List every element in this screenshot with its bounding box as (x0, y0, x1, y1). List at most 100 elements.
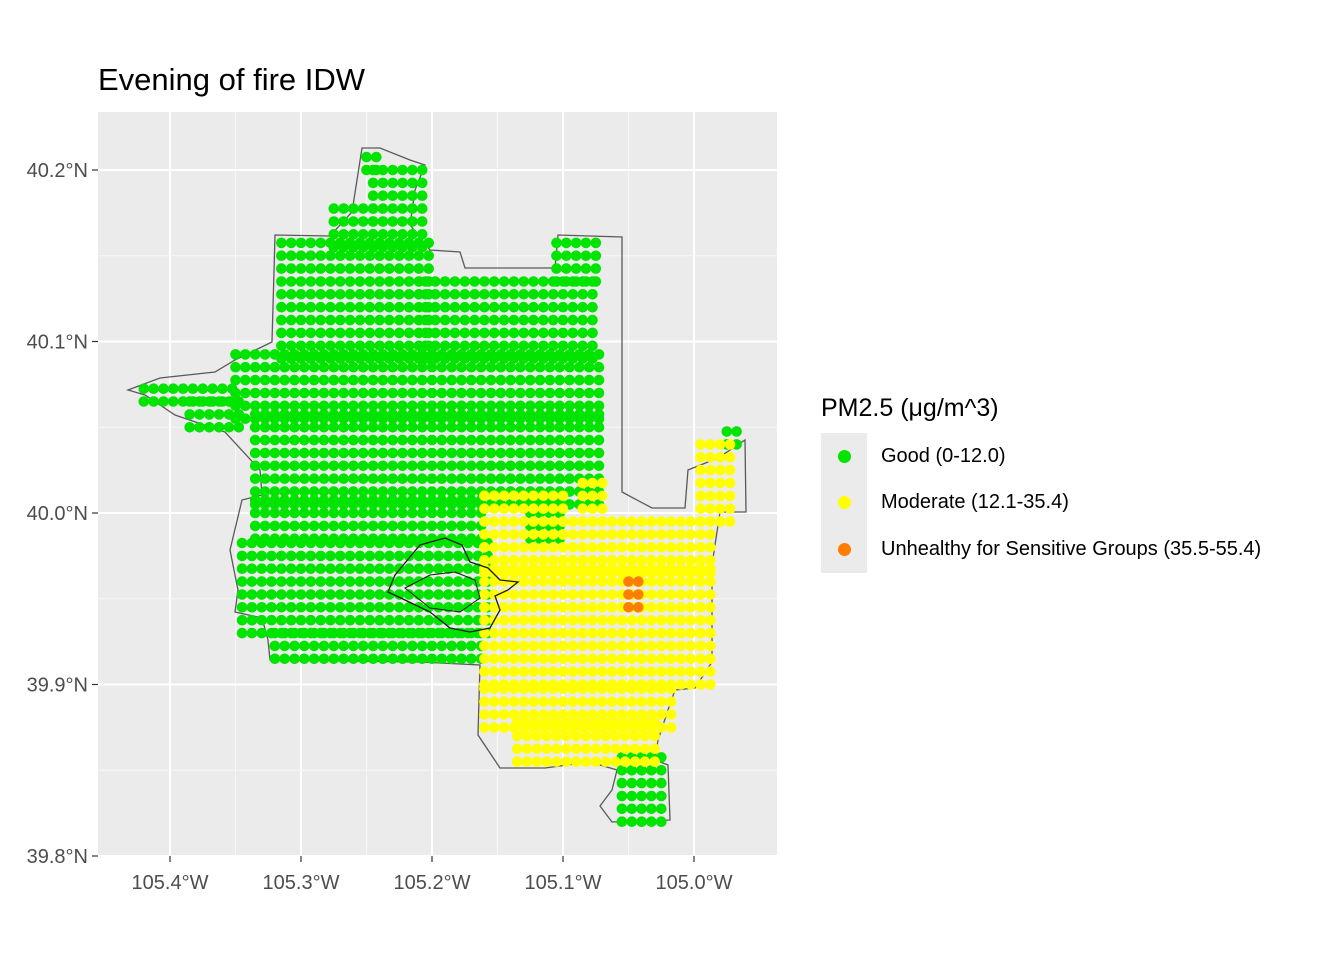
data-point (426, 460, 438, 472)
data-point (325, 276, 336, 287)
data-point (583, 361, 595, 373)
data-point (338, 361, 349, 373)
data-point (495, 387, 507, 399)
x-tick-label: 105.3°W (263, 872, 340, 894)
data-point (665, 666, 677, 677)
data-point (541, 717, 552, 729)
data-point (364, 614, 376, 626)
data-point (233, 409, 245, 420)
data-point (446, 640, 458, 652)
data-point (256, 563, 268, 574)
data-point (466, 627, 477, 639)
data-point (606, 683, 618, 695)
data-point (259, 349, 271, 360)
data-point (485, 409, 497, 420)
data-point (308, 447, 320, 459)
data-point (724, 452, 736, 463)
data-point (665, 576, 677, 587)
data-point (403, 550, 415, 562)
data-point (423, 250, 435, 261)
data-point (259, 473, 271, 485)
data-point (616, 816, 628, 827)
data-point (521, 743, 533, 755)
data-point (452, 550, 464, 562)
data-point (328, 349, 340, 360)
data-point (269, 434, 281, 446)
data-point (374, 576, 385, 587)
data-point (518, 314, 529, 326)
data-point (430, 314, 441, 326)
x-tick-label: 105.0°W (656, 872, 733, 894)
data-point (597, 529, 608, 540)
data-point (485, 374, 497, 386)
data-point (397, 434, 408, 446)
data-point (420, 327, 431, 339)
data-point (452, 614, 464, 626)
data-point (279, 520, 290, 532)
legend-label-good: Good (0-12.0) (881, 444, 1006, 467)
data-point (505, 421, 516, 433)
data-point (394, 537, 405, 549)
data-point (561, 237, 572, 249)
data-point (518, 666, 529, 677)
x-tick-label: 105.2°W (394, 872, 471, 894)
data-point (600, 743, 611, 755)
data-point (564, 421, 575, 433)
data-point (276, 327, 287, 339)
data-point (416, 421, 428, 433)
data-point (695, 464, 706, 476)
data-point (204, 396, 215, 407)
data-point (528, 327, 539, 339)
data-point (606, 589, 618, 600)
data-point (276, 614, 287, 626)
data-point (194, 409, 205, 420)
data-point (479, 542, 490, 553)
data-point (276, 550, 287, 562)
data-point (456, 653, 467, 665)
data-point (505, 361, 516, 373)
data-point (714, 452, 726, 463)
data-point (387, 473, 399, 485)
data-point (597, 627, 608, 639)
data-point (328, 434, 340, 446)
data-point (446, 520, 458, 532)
data-point (724, 516, 736, 527)
data-point (384, 550, 395, 562)
data-point (367, 473, 379, 485)
data-point (446, 421, 458, 433)
data-point (580, 743, 592, 755)
data-point (551, 250, 562, 262)
data-point (426, 507, 438, 519)
data-point (656, 516, 667, 527)
data-point (374, 289, 385, 300)
data-point (357, 409, 369, 420)
data-point (606, 542, 618, 553)
data-point (328, 421, 340, 433)
data-point (580, 756, 592, 767)
data-point (387, 653, 399, 665)
data-point (354, 576, 366, 587)
data-point (397, 447, 408, 459)
data-point (616, 666, 628, 677)
data-point (587, 314, 598, 326)
data-point (430, 289, 441, 300)
data-point (348, 361, 359, 373)
data-point (246, 550, 258, 562)
data-point (387, 349, 399, 360)
data-point (551, 756, 562, 767)
data-point (675, 589, 687, 600)
data-point (308, 460, 320, 472)
data-point (338, 653, 349, 665)
data-point (590, 263, 602, 274)
data-point (295, 301, 307, 313)
data-point (466, 494, 477, 506)
data-point (377, 177, 389, 189)
data-point (557, 627, 569, 639)
y-tick-label: 40.2°N (27, 160, 88, 182)
data-point (685, 576, 696, 587)
data-point (338, 520, 349, 532)
data-point (590, 717, 602, 729)
data-point (436, 361, 448, 373)
data-point (623, 602, 634, 613)
data-point (416, 241, 428, 253)
